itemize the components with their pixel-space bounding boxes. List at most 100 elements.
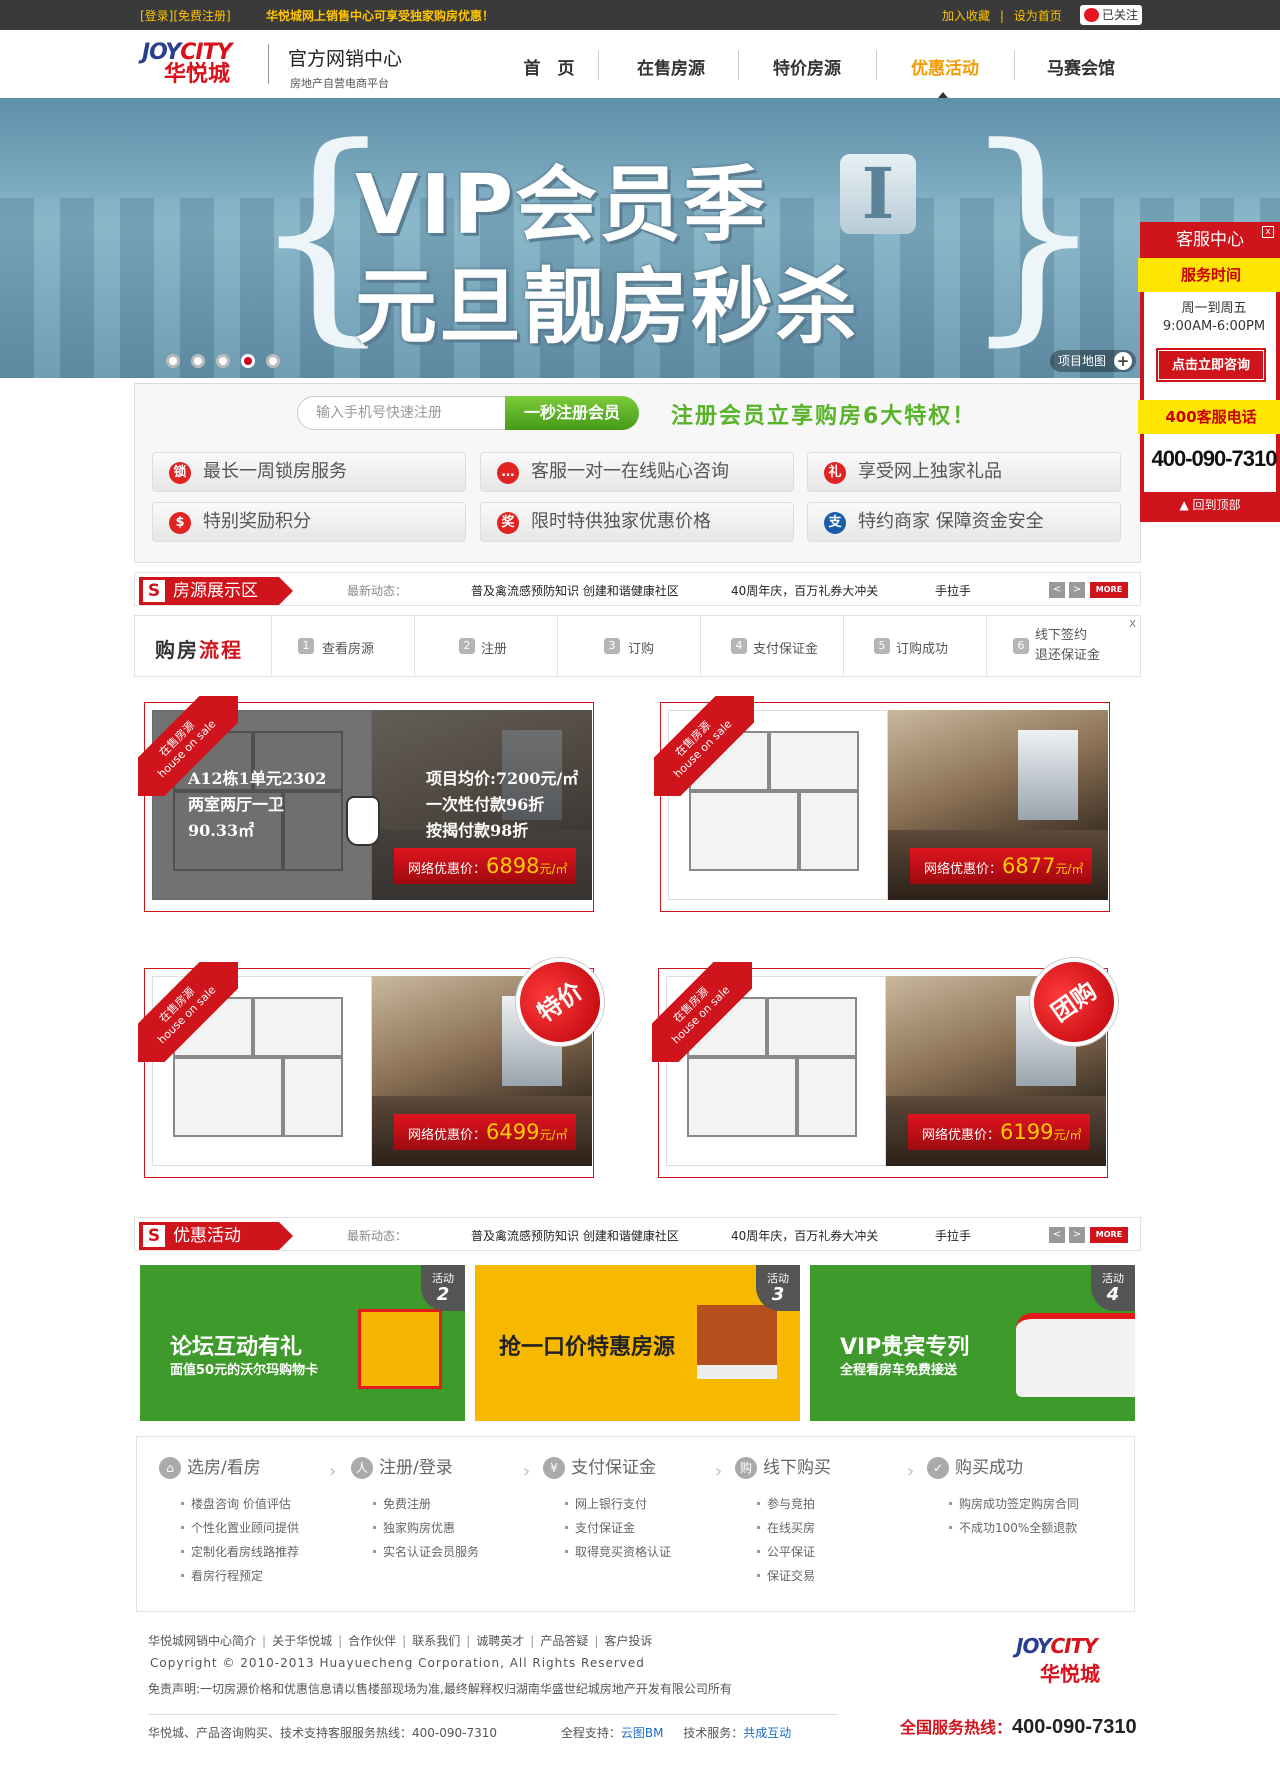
section-tag: S 优惠活动: [139, 1222, 293, 1250]
check-icon: ✓: [927, 1457, 949, 1479]
footer-divider: [148, 1714, 838, 1715]
logo-cn: 华悦城: [164, 62, 231, 87]
guide-item[interactable]: 不成功100%全额退款: [949, 1519, 1105, 1543]
house-card-2[interactable]: 在售房源 house on sale 网络优惠价：6877元/㎡: [654, 696, 1116, 918]
footer-link[interactable]: 产品答疑: [540, 1634, 588, 1648]
login-link[interactable]: [登录]: [140, 9, 173, 23]
hero-banner[interactable]: { } VIP会员季 I 元旦靓房秒杀 项目地图 +: [0, 98, 1280, 378]
close-icon[interactable]: x: [1262, 226, 1274, 238]
guide-item[interactable]: 看房行程预定: [181, 1567, 337, 1591]
news-item[interactable]: 40周年庆，百万礼券大冲关: [731, 1227, 878, 1244]
perk-reward-points: $ 特别奖励积分: [152, 502, 466, 542]
guide-item[interactable]: 支付保证金: [565, 1519, 721, 1543]
news-item[interactable]: 手拉手: [935, 582, 971, 599]
nav-divider: [598, 50, 599, 80]
nav-promotions[interactable]: 优惠活动: [876, 54, 1014, 79]
guide-item[interactable]: 定制化看房线路推荐: [181, 1543, 337, 1567]
yen-icon: ¥: [543, 1457, 565, 1479]
footer-link[interactable]: 联系我们: [412, 1634, 460, 1648]
carousel-dot-2[interactable]: [191, 354, 205, 368]
more-button[interactable]: MORE: [1090, 1227, 1128, 1243]
news-next-button[interactable]: >: [1069, 1227, 1085, 1243]
phone-input[interactable]: 输入手机号快速注册: [297, 396, 509, 430]
mortgage-discount: 按揭付款98折: [426, 821, 529, 840]
news-prev-button[interactable]: <: [1049, 1227, 1065, 1243]
news-item[interactable]: 普及禽流感预防知识 创建和谐健康社区: [471, 582, 679, 599]
process-title: 购房流程: [155, 638, 243, 662]
activity-forum-gift[interactable]: 论坛互动有礼 面值50元的沃尔玛购物卡 活动 2: [140, 1265, 465, 1421]
activity-subtitle: 面值50元的沃尔玛购物卡: [170, 1363, 319, 1378]
price-value: 6877: [1002, 854, 1056, 878]
guide-item[interactable]: 实名认证会员服务: [373, 1543, 529, 1567]
carousel-dot-5[interactable]: [266, 354, 280, 368]
footer-link[interactable]: 合作伙伴: [348, 1634, 396, 1648]
process-step-3: 3 订购: [557, 616, 700, 676]
listing-section-bar: S 房源展示区 最新动态： 普及禽流感预防知识 创建和谐健康社区 40周年庆，百…: [134, 572, 1141, 606]
top-bar: [登录][免费注册] 华悦城网上销售中心可享受独家购房优惠！ 加入收藏 | 设为…: [0, 0, 1280, 30]
close-icon[interactable]: x: [1129, 616, 1136, 630]
guide-item[interactable]: 购房成功签定购房合同: [949, 1495, 1105, 1519]
guide-item[interactable]: 保证交易: [757, 1567, 913, 1591]
support-link[interactable]: 云图BM: [621, 1726, 664, 1740]
house-card-4[interactable]: 在售房源 house on sale 团购 网络优惠价：6199元/㎡: [652, 946, 1130, 1184]
register-link[interactable]: [免费注册]: [173, 9, 230, 23]
medal-icon: 奖: [497, 512, 519, 534]
footer-link[interactable]: 关于华悦城: [272, 1634, 332, 1648]
back-to-top-button[interactable]: ▲ 回到顶部: [1144, 492, 1276, 518]
house-card-1[interactable]: A12栋1单元2302 两室两厅一卫 90.33㎡ 项目均价:7200元/㎡ 一…: [138, 696, 600, 918]
carousel-dot-4[interactable]: [241, 354, 255, 368]
news-item[interactable]: 普及禽流感预防知识 创建和谐健康社区: [471, 1227, 679, 1244]
step-label: 支付保证金: [753, 642, 819, 657]
project-map-button[interactable]: 项目地图 +: [1050, 350, 1136, 372]
carousel-dot-3[interactable]: [216, 354, 230, 368]
nav-on-sale[interactable]: 在售房源: [602, 54, 740, 79]
perk-label: 限时特供独家优惠价格: [531, 511, 711, 532]
joycity-logo[interactable]: JOYCITY 华悦城: [142, 42, 258, 86]
footer-link[interactable]: 华悦城网销中心简介: [148, 1634, 256, 1648]
guide-column: 人注册/登录 免费注册 独家购房优惠 实名认证会员服务: [349, 1455, 529, 1567]
guide-item[interactable]: 个性化置业顾问提供: [181, 1519, 337, 1543]
news-next-button[interactable]: >: [1069, 582, 1085, 598]
nav-special-price[interactable]: 特价房源: [738, 54, 876, 79]
price-value: 6898: [486, 854, 540, 878]
guide-item[interactable]: 网上银行支付: [565, 1495, 721, 1519]
set-homepage-link[interactable]: 设为首页: [1014, 9, 1062, 23]
section-s-icon: S: [143, 580, 165, 602]
perk-online-consult: … 客服一对一在线贴心咨询: [480, 452, 794, 492]
customer-service-panel: 客服中心 x 服务时间 周一到周五 9:00AM-6:00PM 点击立即咨询 4…: [1138, 222, 1280, 522]
house-card-3[interactable]: 在售房源 house on sale 特价 网络优惠价：6499元/㎡: [138, 946, 616, 1184]
guide-item[interactable]: 楼盘咨询 价值评估: [181, 1495, 337, 1519]
guide-item[interactable]: 公平保证: [757, 1543, 913, 1567]
guide-column: ¥ 支付保证金 网上银行支付 支付保证金 取得竞买资格认证: [541, 1455, 721, 1567]
activity-fixed-price[interactable]: 抢一口价特惠房源 活动 3: [475, 1265, 800, 1421]
weibo-label: 已关注: [1102, 8, 1139, 22]
add-favorite-link[interactable]: 加入收藏: [942, 9, 990, 23]
tech-link[interactable]: 共成互动: [743, 1726, 791, 1740]
guide-item[interactable]: 在线买房: [757, 1519, 913, 1543]
chevron-right-icon: ›: [715, 1461, 723, 1482]
guide-item[interactable]: 独家购房优惠: [373, 1519, 529, 1543]
banner-headline-2: 元旦靓房秒杀: [355, 260, 860, 355]
nav-marseille-club[interactable]: 马赛会馆: [1012, 54, 1150, 79]
more-button[interactable]: MORE: [1090, 582, 1128, 598]
weibo-follow-button[interactable]: 已关注: [1080, 5, 1142, 25]
news-item[interactable]: 手拉手: [935, 1227, 971, 1244]
step-number: 5: [874, 638, 890, 654]
online-price-tag: 网络优惠价：6898元/㎡: [394, 848, 576, 884]
on-sale-ribbon: 在售房源 house on sale: [138, 696, 238, 796]
chat-icon: …: [497, 462, 519, 484]
online-price-tag: 网络优惠价：6877元/㎡: [910, 848, 1092, 884]
guide-item[interactable]: 参与竞拍: [757, 1495, 913, 1519]
register-button[interactable]: 一秒注册会员: [505, 396, 639, 430]
footer-link[interactable]: 诚聘英才: [476, 1634, 524, 1648]
news-item[interactable]: 40周年庆，百万礼券大冲关: [731, 582, 878, 599]
news-prev-button[interactable]: <: [1049, 582, 1065, 598]
step-label: 线下签约 退还保证金: [1035, 628, 1101, 663]
activity-vip-shuttle[interactable]: VIP贵宾专列 全程看房车免费接送 活动 4: [810, 1265, 1135, 1421]
promotions-section-bar: S 优惠活动 最新动态： 普及禽流感预防知识 创建和谐健康社区 40周年庆，百万…: [134, 1217, 1141, 1251]
guide-item[interactable]: 免费注册: [373, 1495, 529, 1519]
carousel-dot-1[interactable]: [166, 354, 180, 368]
footer-link[interactable]: 客户投诉: [604, 1634, 652, 1648]
guide-item[interactable]: 取得竞买资格认证: [565, 1543, 721, 1567]
consult-now-button[interactable]: 点击立即咨询: [1158, 350, 1264, 380]
